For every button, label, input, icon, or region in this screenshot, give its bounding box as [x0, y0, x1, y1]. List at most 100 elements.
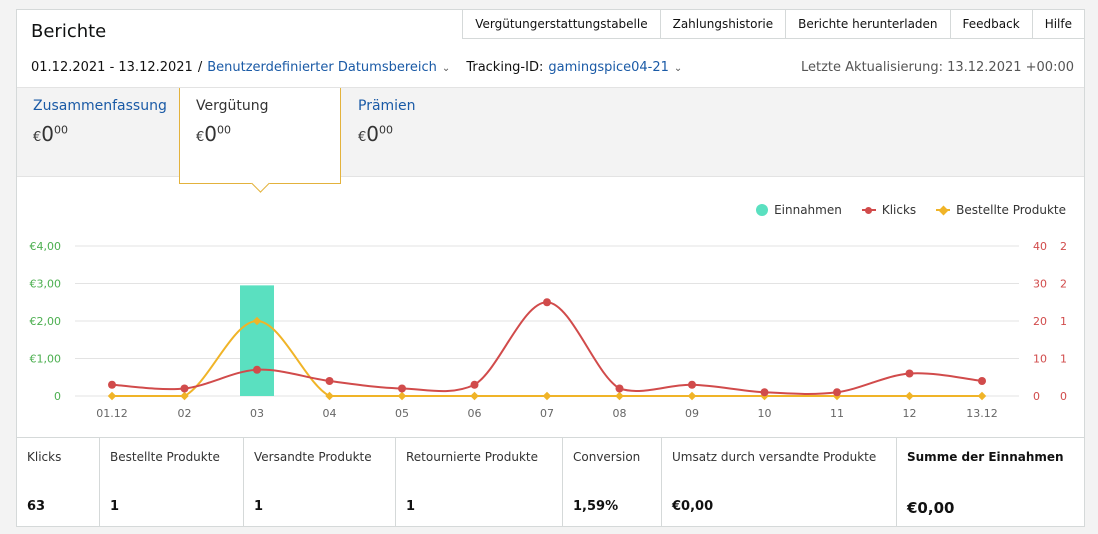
x-tick: 11: [830, 407, 844, 420]
ordered-point: [542, 391, 552, 401]
ordered-point: [470, 391, 479, 401]
clicks-point: [688, 380, 696, 389]
stat-value: €0,00: [907, 499, 955, 517]
tracking-id-dropdown[interactable]: gamingspice04-21 ⌄: [548, 60, 682, 75]
x-tick: 06: [468, 407, 482, 420]
stat-value: 1: [254, 499, 264, 514]
stat-value: 1: [406, 499, 416, 514]
x-tick: 12: [903, 407, 917, 420]
y-tick-right-products: 2: [1060, 278, 1067, 291]
stat-shipped-revenue: Umsatz durch versandte Produkte €0,00: [662, 438, 897, 527]
tab-bonus[interactable]: Prämien €000: [342, 88, 482, 178]
stat-value: 63: [27, 499, 46, 514]
tracking-id: gamingspice04-21: [548, 60, 669, 75]
stat-label: Conversion: [573, 450, 641, 464]
tab-label: Prämien: [358, 98, 416, 114]
legend-ordered[interactable]: Bestellte Produkte: [936, 203, 1066, 217]
chart-legend: Einnahmen Klicks Bestellte Produkte: [756, 203, 1066, 217]
summary-tabs: Zusammenfassung €000 Vergütung €000 Präm…: [17, 87, 1084, 184]
y-tick-right-products: 0: [1060, 390, 1067, 403]
last-update: Letzte Aktualisierung: 13.12.2021 +00:00: [801, 60, 1074, 75]
clicks-point: [905, 369, 914, 378]
clicks-point: [253, 365, 261, 374]
stat-label: Summe der Einnahmen: [907, 450, 1064, 464]
clicks-point: [760, 388, 769, 397]
nav-feedback[interactable]: Feedback: [949, 9, 1033, 39]
y-tick-right-clicks: 40: [1033, 240, 1047, 253]
stat-returned: Retournierte Produkte 1: [396, 438, 563, 527]
x-tick: 02: [178, 407, 192, 420]
nav-payment-history[interactable]: Zahlungshistorie: [659, 9, 787, 39]
y-tick-left: €3,00: [30, 278, 62, 291]
x-tick: 13.12: [966, 407, 998, 420]
y-tick-right-products: 1: [1060, 353, 1067, 366]
clicks-point: [325, 377, 334, 385]
y-tick-left: 0: [54, 390, 61, 403]
x-tick: 04: [323, 407, 337, 420]
legend-label: Bestellte Produkte: [956, 203, 1066, 217]
legend-label: Klicks: [881, 203, 917, 217]
ordered-point: [615, 391, 624, 401]
y-tick-right-clicks: 20: [1033, 315, 1047, 328]
stat-shipped: Versandte Produkte 1: [244, 438, 396, 527]
y-tick-right-products: 2: [1060, 240, 1067, 253]
chevron-down-icon: ⌄: [441, 63, 451, 74]
earnings-chart: €4,00 40 2€3,00 30 2€2,00 20 1€1,00 10 10 0 001.12…: [30, 240, 1068, 420]
ordered-swatch: [936, 205, 951, 215]
page-title: Berichte: [31, 21, 107, 42]
clicks-point: [615, 384, 624, 393]
stat-label: Retournierte Produkte: [406, 450, 539, 464]
stat-total-earnings: Summe der Einnahmen €0,00: [897, 438, 1084, 527]
ordered-point: [397, 391, 407, 401]
x-tick: 08: [613, 407, 627, 420]
y-tick-left: €1,00: [30, 353, 62, 366]
x-tick: 03: [250, 407, 264, 420]
legend-label: Einnahmen: [774, 203, 842, 217]
stat-value: 1,59%: [573, 499, 619, 514]
ordered-point: [687, 391, 697, 401]
stat-label: Bestellte Produkte: [110, 450, 220, 464]
tab-commission[interactable]: Vergütung €000: [179, 88, 341, 184]
date-separator: /: [197, 60, 203, 75]
stat-conversion: Conversion 1,59%: [563, 438, 662, 527]
stat-label: Umsatz durch versandte Produkte: [672, 450, 877, 464]
legend-clicks[interactable]: Klicks: [861, 203, 917, 217]
filter-bar: 01.12.2021 - 13.12.2021 / Benutzerdefini…: [31, 60, 1074, 75]
stat-label: Versandte Produkte: [254, 450, 372, 464]
ordered-point: [107, 391, 117, 401]
tab-label: Vergütung: [196, 98, 269, 114]
date-range-type: Benutzerdefinierter Datumsbereich: [207, 60, 437, 75]
nav-commission-table[interactable]: Vergütungerstattungstabelle: [462, 9, 661, 39]
y-tick-right-clicks: 0: [1033, 390, 1040, 403]
tab-amount: €000: [358, 122, 394, 146]
y-tick-left: €4,00: [30, 240, 62, 253]
date-range: 01.12.2021 - 13.12.2021: [31, 60, 193, 75]
chevron-down-icon: ⌄: [673, 63, 683, 74]
y-tick-left: €2,00: [30, 315, 62, 328]
clicks-point: [978, 377, 986, 385]
reports-card: Berichte Vergütungerstattungstabelle Zah…: [16, 9, 1085, 527]
clicks-point: [470, 380, 479, 389]
y-tick-right-clicks: 10: [1033, 353, 1047, 366]
x-tick: 10: [758, 407, 772, 420]
tab-amount: €000: [196, 122, 232, 146]
legend-earnings[interactable]: Einnahmen: [756, 203, 842, 217]
stat-value: €0,00: [672, 499, 714, 514]
clicks-point: [543, 298, 551, 307]
stat-value: 1: [110, 499, 120, 514]
tab-amount: €000: [33, 122, 69, 146]
top-nav: Vergütungerstattungstabelle Zahlungshist…: [462, 9, 1085, 39]
clicks-point: [398, 384, 406, 393]
date-range-dropdown[interactable]: Benutzerdefinierter Datumsbereich ⌄: [207, 60, 450, 75]
x-tick: 07: [540, 407, 554, 420]
ordered-point: [977, 391, 987, 401]
nav-help[interactable]: Hilfe: [1031, 9, 1085, 39]
stats-bar: Klicks 63 Bestellte Produkte 1 Versandte…: [17, 437, 1084, 527]
nav-download-reports[interactable]: Berichte herunterladen: [785, 9, 951, 39]
clicks-point: [108, 380, 116, 389]
x-tick: 09: [685, 407, 699, 420]
earnings-bar: [240, 285, 274, 396]
tab-summary[interactable]: Zusammenfassung €000: [17, 88, 179, 178]
earnings-swatch: [756, 204, 769, 216]
y-tick-right-clicks: 30: [1033, 278, 1047, 291]
